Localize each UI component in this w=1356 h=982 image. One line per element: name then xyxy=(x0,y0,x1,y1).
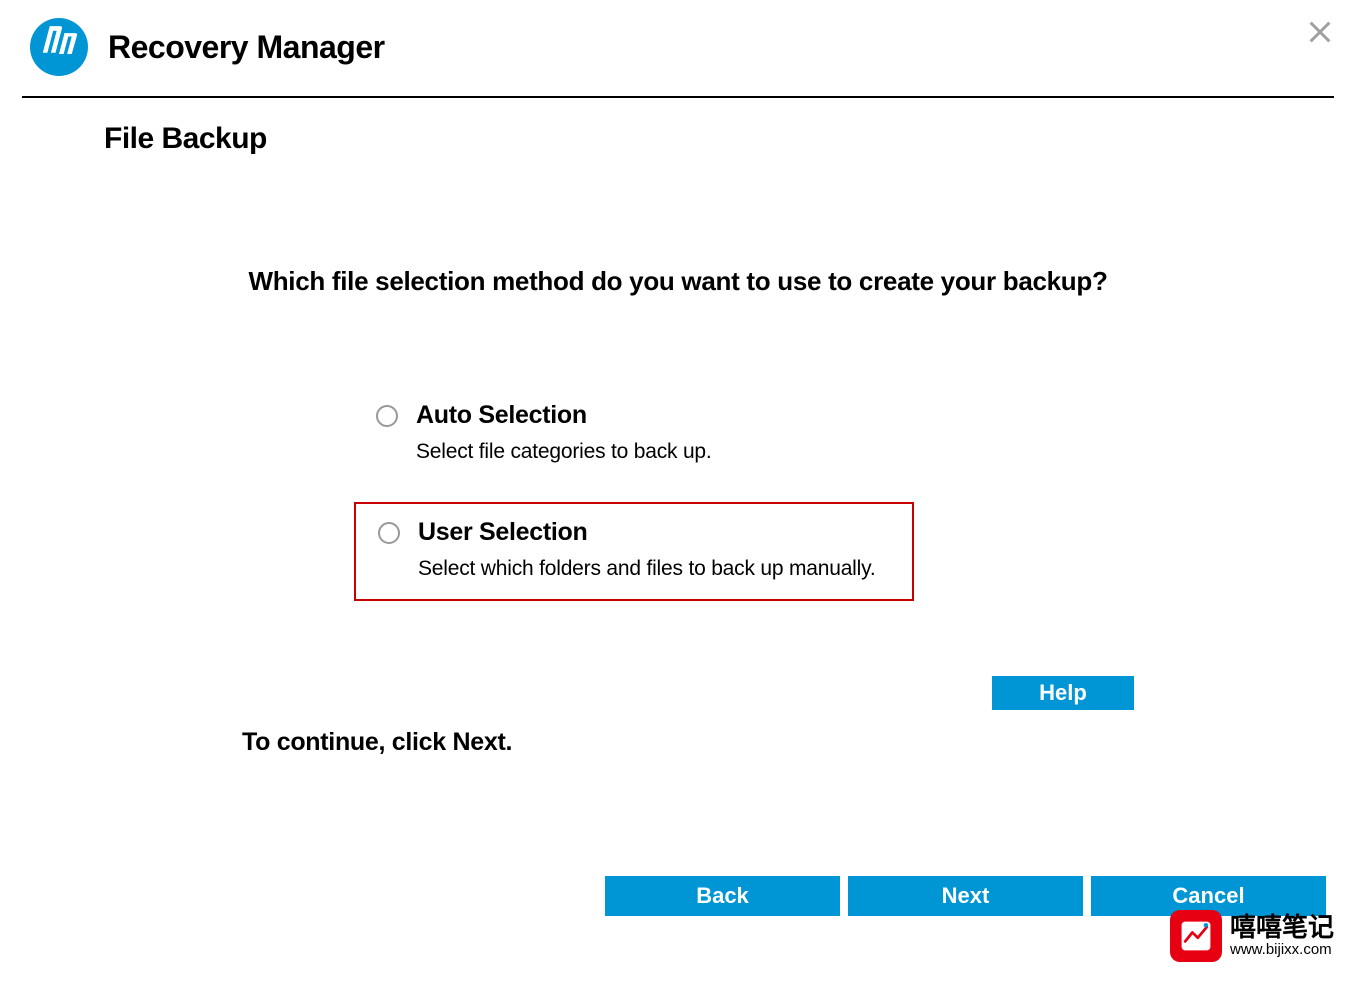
watermark: 嘻嘻笔记 www.bijixx.com xyxy=(1170,910,1334,962)
continue-instruction: To continue, click Next. xyxy=(242,728,512,757)
option-auto-text: Auto Selection Select file categories to… xyxy=(416,401,892,464)
option-auto-desc: Select file categories to back up. xyxy=(416,440,892,464)
close-icon[interactable] xyxy=(1306,18,1334,46)
option-user-desc: Select which folders and files to back u… xyxy=(418,557,890,581)
back-button[interactable]: Back xyxy=(605,876,840,916)
help-button[interactable]: Help xyxy=(992,676,1134,710)
hp-logo-icon xyxy=(30,18,88,76)
watermark-name: 嘻嘻笔记 xyxy=(1230,913,1334,942)
option-user-label: User Selection xyxy=(418,518,890,547)
app-title: Recovery Manager xyxy=(108,29,385,66)
content-area: Which file selection method do you want … xyxy=(0,266,1356,601)
option-auto-selection[interactable]: Auto Selection Select file categories to… xyxy=(354,387,914,482)
question-text: Which file selection method do you want … xyxy=(104,266,1252,297)
watermark-url: www.bijixx.com xyxy=(1230,942,1334,959)
header-divider xyxy=(22,96,1334,98)
options-container: Auto Selection Select file categories to… xyxy=(354,387,1252,601)
option-user-selection[interactable]: User Selection Select which folders and … xyxy=(354,502,914,601)
radio-auto-icon[interactable] xyxy=(376,405,398,427)
watermark-logo-icon xyxy=(1170,910,1222,962)
page-title: File Backup xyxy=(104,122,1356,156)
radio-user-icon[interactable] xyxy=(378,522,400,544)
header-bar: Recovery Manager xyxy=(0,0,1356,96)
option-auto-label: Auto Selection xyxy=(416,401,892,430)
next-button[interactable]: Next xyxy=(848,876,1083,916)
watermark-text-block: 嘻嘻笔记 www.bijixx.com xyxy=(1230,913,1334,958)
option-user-text: User Selection Select which folders and … xyxy=(418,518,890,581)
